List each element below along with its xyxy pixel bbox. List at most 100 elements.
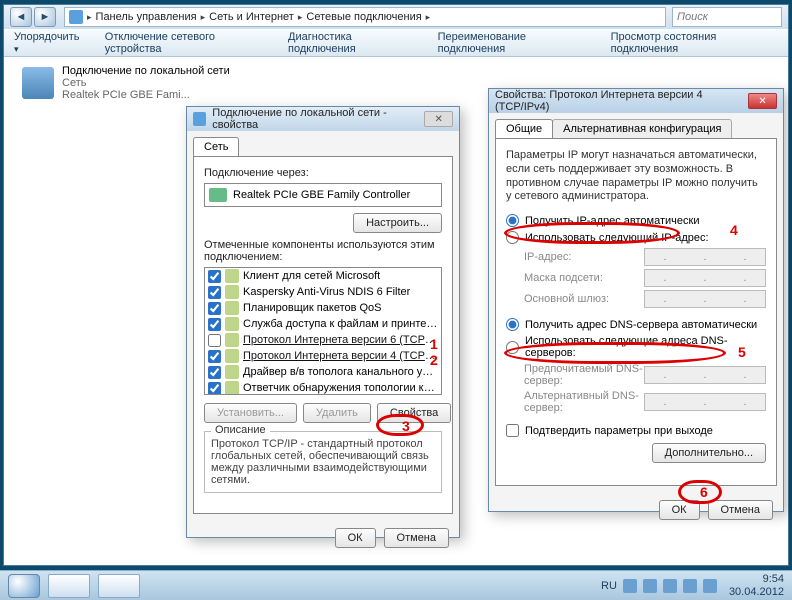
nav-forward-button[interactable]: ► [34, 7, 56, 27]
component-checkbox[interactable] [208, 382, 221, 395]
flag-icon[interactable] [663, 579, 677, 593]
ip-label: IP-адрес: [524, 251, 644, 263]
taskbar-button[interactable] [98, 574, 140, 598]
breadcrumb-item[interactable]: Сетевые подключения [306, 11, 421, 23]
list-item: Kaspersky Anti-Virus NDIS 6 Filter [205, 284, 441, 300]
taskbar[interactable]: RU 9:54 30.04.2012 [0, 570, 792, 600]
tab-alternate[interactable]: Альтернативная конфигурация [552, 119, 732, 138]
radio-input[interactable] [506, 318, 519, 331]
nic-icon [209, 188, 227, 202]
properties-button[interactable]: Свойства [377, 403, 451, 423]
toolbar-rename[interactable]: Переименование подключения [438, 31, 589, 55]
connection-name: Подключение по локальной сети [62, 65, 230, 77]
dns2-field [644, 393, 766, 411]
tab-network[interactable]: Сеть [193, 137, 239, 156]
list-item: Служба доступа к файлам и принтерам сете… [205, 316, 441, 332]
volume-icon[interactable] [703, 579, 717, 593]
description-group: Описание Протокол TCP/IP - стандартный п… [204, 431, 442, 493]
ip-fields: IP-адрес: Маска подсети: Основной шлюз: [524, 248, 766, 308]
list-item: Клиент для сетей Microsoft [205, 268, 441, 284]
toolbar-disable[interactable]: Отключение сетевого устройства [105, 31, 266, 55]
connection-item[interactable]: Подключение по локальной сети Сеть Realt… [22, 65, 230, 101]
component-checkbox[interactable] [208, 270, 221, 283]
advanced-button[interactable]: Дополнительно... [652, 443, 766, 463]
dialog-titlebar[interactable]: Подключение по локальной сети - свойства… [187, 107, 459, 131]
component-checkbox[interactable] [208, 366, 221, 379]
adapter-field: Realtek PCIe GBE Family Controller [204, 183, 442, 207]
component-checkbox[interactable] [208, 302, 221, 315]
explorer-toolbar: Упорядочить Отключение сетевого устройст… [4, 29, 788, 57]
network-tray-icon[interactable] [683, 579, 697, 593]
tab-strip: Общие Альтернативная конфигурация [495, 119, 777, 138]
taskbar-button[interactable] [48, 574, 90, 598]
tab-general[interactable]: Общие [495, 119, 553, 138]
annotation-number: 2 [430, 352, 438, 368]
component-checkbox[interactable] [208, 334, 221, 347]
search-input[interactable] [672, 7, 782, 27]
toolbar-diagnose[interactable]: Диагностика подключения [288, 31, 416, 55]
language-indicator[interactable]: RU [601, 580, 617, 592]
breadcrumb-item[interactable]: Сеть и Интернет [209, 11, 294, 23]
install-button[interactable]: Установить... [204, 403, 297, 423]
connection-adapter: Realtek PCIe GBE Fami... [62, 89, 230, 101]
ok-button[interactable]: ОК [659, 500, 700, 520]
explorer-titlebar: ◄ ► Панель управления Сеть и Интернет Се… [4, 5, 788, 29]
component-icon [225, 349, 239, 363]
dialog-buttons: ОК Отмена [489, 492, 783, 528]
connection-network: Сеть [62, 77, 230, 89]
radio-label: Получить IP-адрес автоматически [525, 215, 699, 227]
connect-via-label: Подключение через: [204, 167, 442, 179]
tray-icon[interactable] [643, 579, 657, 593]
validate-checkbox-row[interactable]: Подтвердить параметры при выходе [506, 424, 766, 437]
radio-label: Получить адрес DNS-сервера автоматически [525, 319, 757, 331]
start-button[interactable] [8, 574, 40, 598]
breadcrumb-sep [201, 11, 206, 23]
annotation-number: 4 [730, 222, 738, 238]
radio-label: Использовать следующие адреса DNS-сервер… [525, 335, 766, 359]
cancel-button[interactable]: Отмена [384, 528, 449, 548]
adapter-name: Realtek PCIe GBE Family Controller [233, 189, 410, 201]
component-icon [225, 301, 239, 315]
annotation-number: 5 [738, 344, 746, 360]
intro-text: Параметры IP могут назначаться автоматич… [506, 149, 766, 204]
component-checkbox[interactable] [208, 318, 221, 331]
toolbar-status[interactable]: Просмотр состояния подключения [611, 31, 778, 55]
configure-button[interactable]: Настроить... [353, 213, 442, 233]
clock[interactable]: 9:54 30.04.2012 [729, 573, 784, 597]
address-bar[interactable]: Панель управления Сеть и Интернет Сетевы… [64, 7, 666, 27]
clock-time: 9:54 [729, 573, 784, 585]
toolbar-organize[interactable]: Упорядочить [14, 31, 83, 55]
breadcrumb-item[interactable]: Панель управления [96, 11, 197, 23]
tray-icon[interactable] [623, 579, 637, 593]
components-list[interactable]: Клиент для сетей Microsoft Kaspersky Ant… [204, 267, 442, 395]
dns1-field [644, 366, 766, 384]
component-icon [225, 333, 239, 347]
network-adapter-icon [22, 67, 54, 99]
component-checkbox[interactable] [208, 286, 221, 299]
dialog-titlebar[interactable]: Свойства: Протокол Интернета версии 4 (T… [489, 89, 783, 113]
connection-labels: Подключение по локальной сети Сеть Realt… [62, 65, 230, 101]
ok-button[interactable]: ОК [335, 528, 376, 548]
nav-back-button[interactable]: ◄ [10, 7, 32, 27]
close-button[interactable]: ✕ [424, 111, 453, 127]
radio-auto-dns[interactable]: Получить адрес DNS-сервера автоматически [506, 318, 766, 331]
radio-manual-ip[interactable]: Использовать следующий IP-адрес: [506, 231, 766, 244]
radio-input[interactable] [506, 214, 519, 227]
dns2-label: Альтернативный DNS-сервер: [524, 390, 644, 414]
dialog-title-text: Свойства: Протокол Интернета версии 4 (T… [495, 89, 748, 113]
mask-label: Маска подсети: [524, 272, 644, 284]
radio-auto-ip[interactable]: Получить IP-адрес автоматически [506, 214, 766, 227]
tab-panel: Подключение через: Realtek PCIe GBE Fami… [193, 156, 453, 514]
remove-button[interactable]: Удалить [303, 403, 371, 423]
network-icon [193, 112, 206, 126]
breadcrumb-sep [426, 11, 431, 23]
radio-input[interactable] [506, 341, 519, 354]
radio-input[interactable] [506, 231, 519, 244]
close-button[interactable]: ✕ [748, 93, 777, 109]
cancel-button[interactable]: Отмена [708, 500, 773, 520]
annotation-number: 3 [402, 418, 410, 434]
validate-checkbox[interactable] [506, 424, 519, 437]
validate-label: Подтвердить параметры при выходе [525, 425, 713, 437]
radio-manual-dns[interactable]: Использовать следующие адреса DNS-сервер… [506, 335, 766, 359]
component-checkbox[interactable] [208, 350, 221, 363]
